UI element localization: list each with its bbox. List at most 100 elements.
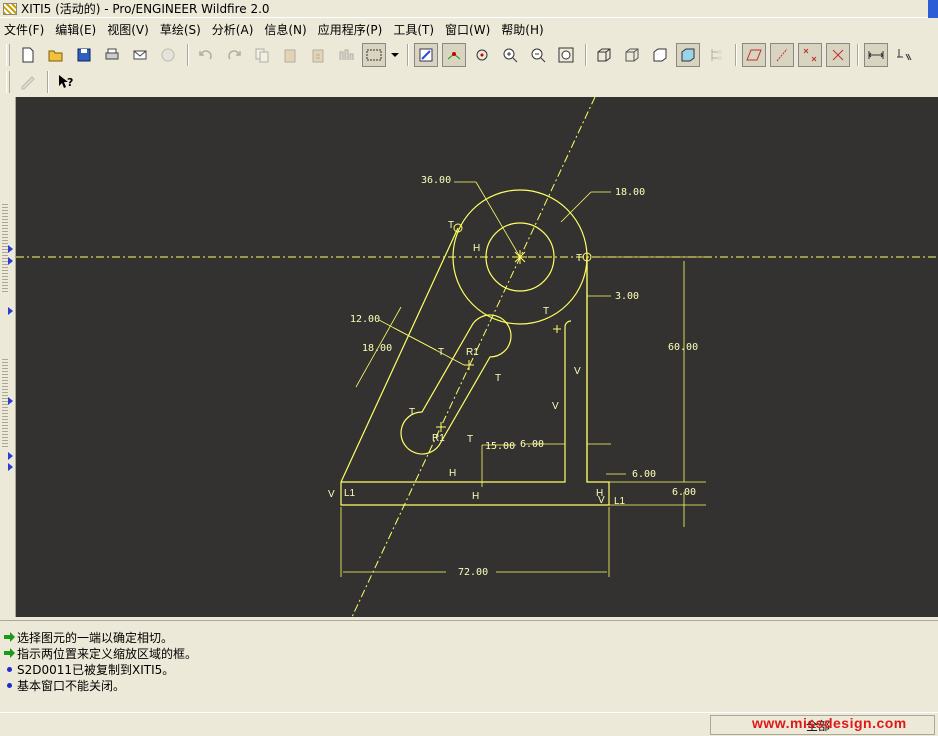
paste-button[interactable] bbox=[278, 43, 302, 67]
save-button[interactable] bbox=[72, 43, 96, 67]
menu-help[interactable]: 帮助(H) bbox=[501, 21, 543, 38]
prompt-arrow-icon bbox=[4, 632, 15, 642]
copy-button[interactable] bbox=[250, 43, 274, 67]
spin-center-button[interactable] bbox=[470, 43, 494, 67]
datum-axes-button[interactable] bbox=[770, 43, 794, 67]
app-icon bbox=[3, 2, 17, 15]
regenerate-button[interactable] bbox=[334, 43, 358, 67]
constraint-horizontal: H bbox=[449, 468, 456, 479]
dim-slot-length[interactable]: 18.00 bbox=[362, 343, 392, 354]
context-help-icon: ? bbox=[59, 75, 73, 89]
expand-arrow-icon[interactable] bbox=[8, 397, 13, 405]
dim-outer-diameter[interactable]: 36.00 bbox=[421, 175, 451, 186]
paste-special-button[interactable] bbox=[306, 43, 330, 67]
base-profile[interactable] bbox=[340, 257, 610, 506]
no-hidden-button[interactable] bbox=[648, 43, 672, 67]
undo-button[interactable] bbox=[194, 43, 218, 67]
menu-file[interactable]: 文件(F) bbox=[4, 21, 44, 38]
show-dimensions-button[interactable] bbox=[864, 43, 888, 67]
toolbar-separator bbox=[47, 71, 49, 93]
model-tree-collapsed[interactable] bbox=[0, 97, 16, 617]
sketch-tool-button[interactable] bbox=[16, 70, 40, 94]
dim-inner-diameter[interactable]: 18.00 bbox=[615, 187, 645, 198]
window-title: XITI5 (活动的) - Pro/ENGINEER Wildfire 2.0 bbox=[21, 2, 270, 16]
datum-point-icon bbox=[803, 48, 817, 62]
shading-button[interactable] bbox=[676, 43, 700, 67]
dim-fillet-radius[interactable]: 3.00 bbox=[615, 291, 639, 302]
slot-center-marks bbox=[436, 360, 474, 432]
toolbar-grip[interactable] bbox=[6, 44, 10, 66]
title-bar-edge bbox=[928, 0, 938, 18]
refit-button[interactable] bbox=[554, 43, 578, 67]
dim-upright-width[interactable]: 6.00 bbox=[520, 439, 544, 450]
print-button[interactable] bbox=[100, 43, 124, 67]
new-file-icon bbox=[22, 47, 34, 63]
selection-box-icon bbox=[366, 49, 382, 61]
menu-window[interactable]: 窗口(W) bbox=[445, 21, 490, 38]
expand-arrow-icon[interactable] bbox=[8, 307, 13, 315]
orient-button[interactable] bbox=[442, 43, 466, 67]
datum-planes-button[interactable] bbox=[742, 43, 766, 67]
message-area: 选择图元的一端以确定相切。 指示两位置来定义缩放区域的框。 S2D0011已被复… bbox=[0, 620, 938, 712]
constraint-line-equal: L1 bbox=[614, 496, 626, 507]
expand-arrow-icon[interactable] bbox=[8, 463, 13, 471]
send-mail-button[interactable] bbox=[128, 43, 152, 67]
model-tree-button[interactable] bbox=[704, 43, 728, 67]
expand-arrow-icon[interactable] bbox=[8, 452, 13, 460]
menu-applications[interactable]: 应用程序(P) bbox=[318, 21, 383, 38]
mail-icon bbox=[133, 50, 147, 60]
constraint-vertical: V bbox=[328, 489, 335, 500]
menu-edit[interactable]: 编辑(E) bbox=[55, 21, 96, 38]
coord-sys-button[interactable] bbox=[826, 43, 850, 67]
dim-step-width[interactable]: 6.00 bbox=[632, 469, 656, 480]
sketch-view[interactable]: 36.00 18.00 3.00 12.00 18.00 60.00 15.00… bbox=[16, 97, 938, 617]
repaint-button[interactable] bbox=[414, 43, 438, 67]
toolbar-separator bbox=[407, 44, 409, 66]
menu-info[interactable]: 信息(N) bbox=[264, 21, 306, 38]
title-bar: XITI5 (活动的) - Pro/ENGINEER Wildfire 2.0 bbox=[0, 0, 938, 18]
tangent-point[interactable] bbox=[553, 325, 561, 333]
expand-arrow-icon[interactable] bbox=[8, 257, 13, 265]
context-help-button[interactable]: ? bbox=[54, 70, 78, 94]
menu-sketch[interactable]: 草绘(S) bbox=[160, 21, 201, 38]
dim-slot-offset[interactable]: 15.00 bbox=[485, 441, 515, 452]
dim-slot-width[interactable]: 12.00 bbox=[350, 314, 380, 325]
zoom-out-button[interactable] bbox=[526, 43, 550, 67]
refit-icon bbox=[558, 47, 574, 63]
zoom-in-button[interactable] bbox=[498, 43, 522, 67]
menu-analysis[interactable]: 分析(A) bbox=[212, 21, 254, 38]
send-link-button[interactable] bbox=[156, 43, 180, 67]
new-file-button[interactable] bbox=[16, 43, 40, 67]
dim-base-thickness[interactable]: 6.00 bbox=[672, 487, 696, 498]
dim-total-width[interactable]: 72.00 bbox=[458, 567, 488, 578]
message-prompt: 选择图元的一端以确定相切。 bbox=[4, 629, 938, 645]
copy-icon bbox=[255, 48, 269, 63]
slot-outline[interactable] bbox=[400, 314, 512, 455]
dim-height[interactable]: 60.00 bbox=[668, 342, 698, 353]
redo-button[interactable] bbox=[222, 43, 246, 67]
save-icon bbox=[77, 48, 91, 62]
dimension-lines bbox=[340, 181, 706, 577]
hidden-line-button[interactable] bbox=[620, 43, 644, 67]
wireframe-button[interactable] bbox=[592, 43, 616, 67]
paste-icon bbox=[284, 49, 296, 63]
menu-view[interactable]: 视图(V) bbox=[107, 21, 149, 38]
toolbar-separator bbox=[585, 44, 587, 66]
zoom-in-icon bbox=[503, 48, 518, 63]
toolbar-separator bbox=[857, 44, 859, 66]
toolbar-grip[interactable] bbox=[6, 71, 10, 93]
constraint-tangent: T bbox=[448, 220, 454, 231]
open-button[interactable] bbox=[44, 43, 68, 67]
info-bullet-icon bbox=[7, 666, 12, 672]
undo-icon bbox=[199, 50, 212, 60]
constraint-radius-equal: R1 bbox=[466, 347, 479, 358]
menu-tools[interactable]: 工具(T) bbox=[393, 21, 434, 38]
graphics-window[interactable]: 36.00 18.00 3.00 12.00 18.00 60.00 15.00… bbox=[16, 97, 938, 617]
main-toolbar bbox=[0, 41, 938, 69]
select-box-button[interactable] bbox=[362, 43, 386, 67]
datum-points-button[interactable] bbox=[798, 43, 822, 67]
select-dropdown-button[interactable] bbox=[390, 43, 400, 67]
expand-arrow-icon[interactable] bbox=[8, 245, 13, 253]
show-constraints-button[interactable] bbox=[892, 43, 916, 67]
link-mail-icon bbox=[161, 48, 175, 62]
